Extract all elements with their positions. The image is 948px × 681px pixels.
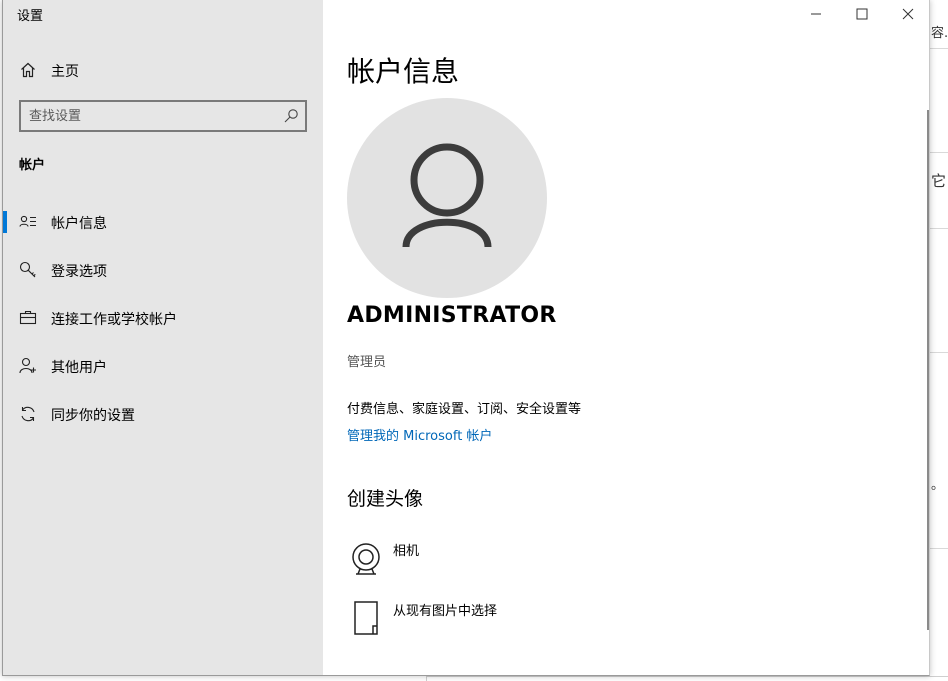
sidebar-item-label: 同步你的设置 <box>51 408 135 424</box>
user-role: 管理员 <box>347 355 387 370</box>
browse-picture-icon <box>349 600 383 638</box>
option-label: 从现有图片中选择 <box>393 604 498 619</box>
avatar <box>347 98 547 298</box>
sidebar-item-label: 连接工作或学校帐户 <box>51 312 177 328</box>
minimize-button[interactable] <box>793 0 839 28</box>
account-description: 付费信息、家庭设置、订阅、安全设置等 <box>347 402 582 417</box>
section-header: 帐户 <box>19 158 46 173</box>
background-text-mid: 它 <box>931 172 947 190</box>
background-divider <box>426 676 948 677</box>
sync-icon <box>19 405 37 423</box>
camera-option[interactable]: 相机 <box>347 540 647 584</box>
maximize-button[interactable] <box>839 0 885 28</box>
close-icon <box>902 5 914 24</box>
sidebar-item-account-info[interactable]: 帐户信息 <box>3 202 323 242</box>
manage-microsoft-account-link[interactable]: 管理我的 Microsoft 帐户 <box>347 425 492 444</box>
background-divider <box>930 228 948 229</box>
minimize-icon <box>810 5 822 24</box>
browse-picture-option[interactable]: 从现有图片中选择 <box>347 600 647 644</box>
background-text-low: 。 <box>931 478 945 493</box>
background-window: 容. 它 。 <box>930 0 948 681</box>
user-name: ADMINISTRATOR <box>347 303 557 328</box>
background-divider <box>930 152 948 153</box>
background-divider <box>930 352 948 353</box>
user-silhouette-icon <box>402 143 492 248</box>
close-button[interactable] <box>885 0 929 28</box>
scrollbar[interactable] <box>927 110 929 630</box>
webcam-icon <box>349 540 383 578</box>
search-box <box>19 100 307 132</box>
home-label: 主页 <box>51 64 79 80</box>
option-label: 相机 <box>393 544 420 559</box>
sidebar-item-label: 登录选项 <box>51 264 107 280</box>
background-divider <box>930 548 948 549</box>
account-info-icon <box>19 213 37 231</box>
main-content: 帐户信息 ADMINISTRATOR 管理员 付费信息、家庭设置、订阅、安全设置… <box>323 0 929 675</box>
sidebar-item-work-school[interactable]: 连接工作或学校帐户 <box>3 298 323 338</box>
sidebar-item-sign-in-options[interactable]: 登录选项 <box>3 250 323 290</box>
sidebar-item-label: 其他用户 <box>51 360 107 376</box>
home-nav-item[interactable]: 主页 <box>3 52 323 88</box>
maximize-icon <box>856 5 868 24</box>
app-title: 设置 <box>17 9 44 24</box>
sidebar-item-label: 帐户信息 <box>51 216 107 232</box>
briefcase-icon <box>19 309 37 327</box>
background-text-top: 容. <box>931 26 948 41</box>
selection-indicator <box>3 211 7 233</box>
create-avatar-title: 创建头像 <box>347 488 424 510</box>
sidebar-item-other-users[interactable]: 其他用户 <box>3 346 323 386</box>
home-icon <box>19 61 37 79</box>
settings-window: 设置 主页 帐户 <box>2 0 930 676</box>
add-person-icon <box>19 357 37 375</box>
background-divider <box>930 48 948 49</box>
search-icon[interactable] <box>283 108 299 124</box>
search-input[interactable] <box>29 106 269 126</box>
sidebar: 设置 主页 帐户 <box>3 0 323 675</box>
page-title: 帐户信息 <box>347 55 460 88</box>
sidebar-item-sync-settings[interactable]: 同步你的设置 <box>3 394 323 434</box>
key-icon <box>19 261 37 279</box>
